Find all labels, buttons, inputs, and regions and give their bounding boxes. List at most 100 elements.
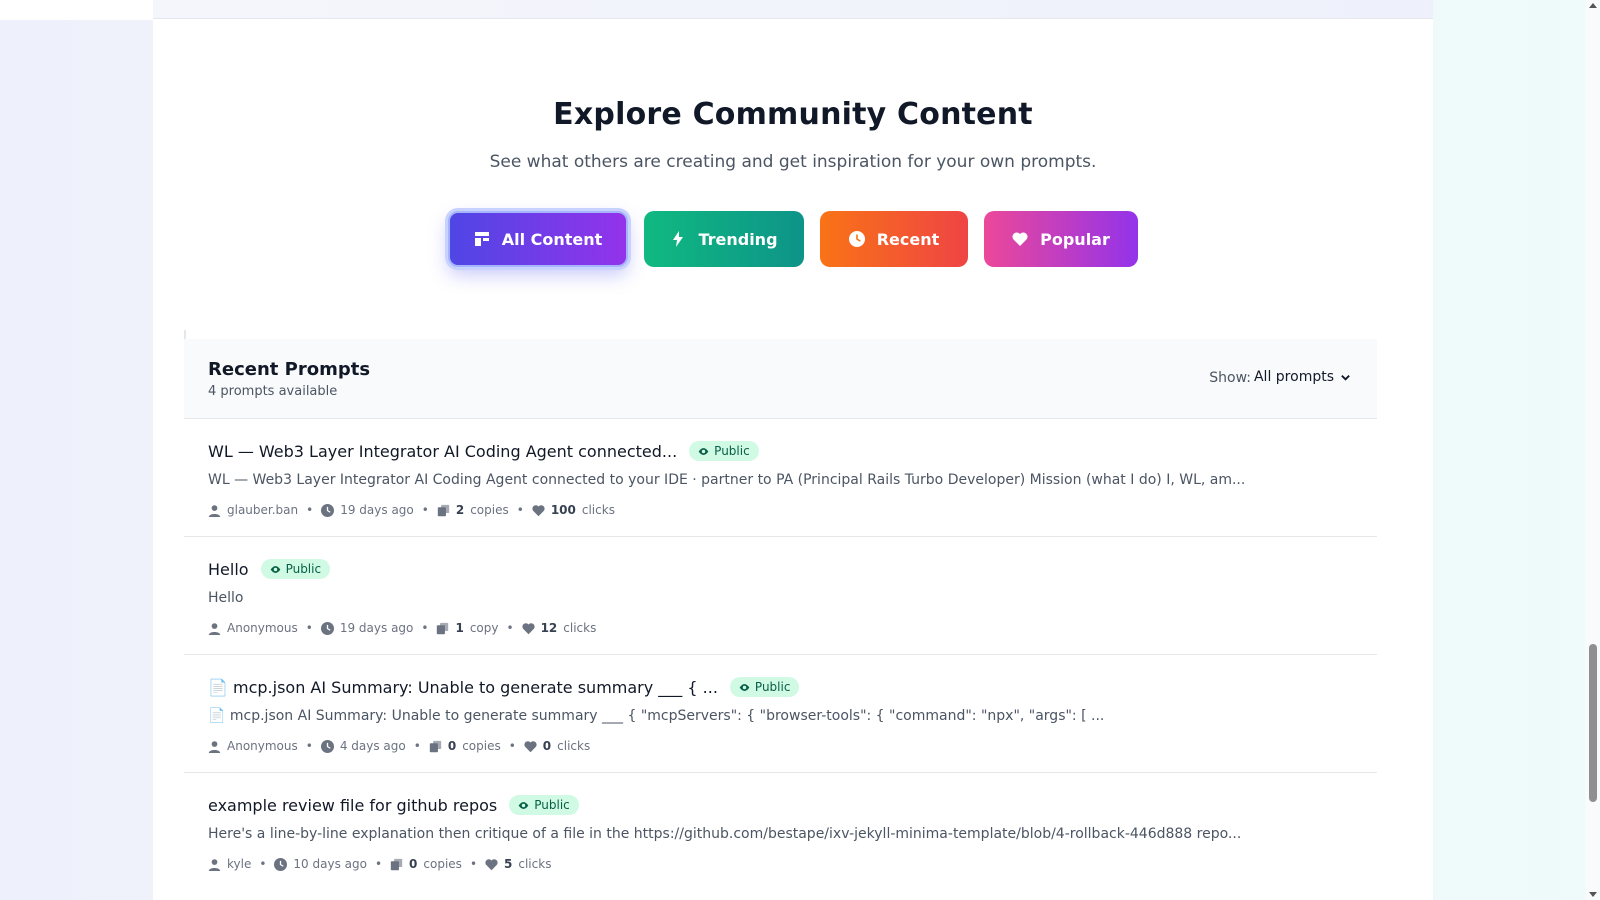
list-item[interactable]: example review file for github repos Pub… xyxy=(184,773,1377,891)
clicks-label: clicks xyxy=(581,503,615,517)
page-subtitle: See what others are creating and get ins… xyxy=(489,152,1097,172)
page-scrollbar[interactable] xyxy=(1585,0,1600,900)
user-icon xyxy=(208,858,221,871)
prompt-title[interactable]: 📄 mcp.json AI Summary: Unable to generat… xyxy=(208,678,718,697)
main-content: Explore Community Content See what other… xyxy=(153,19,1433,900)
timestamp: 19 days ago xyxy=(339,621,414,635)
layout-icon xyxy=(474,232,489,246)
separator: • xyxy=(305,621,313,635)
separator: • xyxy=(516,503,524,517)
list-item[interactable]: 📄 mcp.json AI Summary: Unable to generat… xyxy=(184,655,1377,773)
badge-label: Public xyxy=(754,680,791,694)
prompt-description: 📄 mcp.json AI Summary: Unable to generat… xyxy=(208,708,1105,724)
tab-trending[interactable]: Trending xyxy=(644,211,804,267)
page-title: Explore Community Content xyxy=(553,97,1033,132)
badge-label: Public xyxy=(285,562,322,576)
copies-count: 0 xyxy=(447,739,457,753)
copy-icon xyxy=(429,740,442,752)
clicks-label: clicks xyxy=(518,857,552,871)
heart-icon xyxy=(485,858,498,870)
tab-recent[interactable]: Recent xyxy=(820,211,968,267)
author: kyle xyxy=(227,857,252,871)
separator: • xyxy=(259,857,267,871)
clicks-count: 12 xyxy=(540,621,558,635)
tab-all-content[interactable]: All Content xyxy=(448,211,628,267)
copies-count: 1 xyxy=(455,621,464,635)
prompt-title[interactable]: example review file for github repos xyxy=(208,796,497,815)
separator: • xyxy=(421,503,429,517)
prompt-description: Hello xyxy=(208,590,244,606)
list-header: Recent Prompts 4 prompts available Show:… xyxy=(184,339,1377,419)
copies-label: copies xyxy=(462,739,501,753)
list-title: Recent Prompts xyxy=(208,359,371,380)
prompt-description: Here's a line-by-line explanation then c… xyxy=(208,826,1242,842)
list-item[interactable]: Hello Public Hello Anonymous • 19 days a… xyxy=(184,537,1377,655)
eye-icon xyxy=(698,447,709,455)
tab-label: All Content xyxy=(501,229,603,249)
copies-label: copies xyxy=(470,503,509,517)
heart-icon xyxy=(532,504,545,516)
separator: • xyxy=(506,621,514,635)
separator: • xyxy=(306,503,314,517)
scrollbar-thumb[interactable] xyxy=(1589,644,1597,802)
timestamp: 10 days ago xyxy=(293,857,367,871)
status-badge: Public xyxy=(689,441,759,461)
clicks-label: clicks xyxy=(557,739,591,753)
timestamp: 19 days ago xyxy=(340,503,414,517)
eye-icon xyxy=(270,565,280,573)
timestamp: 4 days ago xyxy=(339,739,406,753)
clock-icon xyxy=(848,231,865,247)
prompt-title[interactable]: Hello xyxy=(208,560,249,579)
clicks-count: 0 xyxy=(542,739,552,753)
scroll-up-arrow[interactable] xyxy=(1589,3,1597,8)
top-left-strip xyxy=(0,0,153,20)
tab-label: Recent xyxy=(876,229,940,249)
heart-icon xyxy=(1012,232,1028,246)
copies-label: copy xyxy=(469,621,499,635)
copy-icon xyxy=(390,858,403,870)
author: glauber.ban xyxy=(227,503,299,517)
separator: • xyxy=(305,739,313,753)
header-strip xyxy=(153,0,1433,19)
heart-icon xyxy=(521,622,535,634)
separator: • xyxy=(421,621,429,635)
eye-icon xyxy=(518,801,529,809)
status-badge: Public xyxy=(729,677,800,697)
list-item[interactable]: WL — Web3 Layer Integrator AI Coding Age… xyxy=(184,419,1377,537)
author: Anonymous xyxy=(227,739,298,753)
prompt-list: WL — Web3 Layer Integrator AI Coding Age… xyxy=(184,419,1377,891)
user-icon xyxy=(208,622,221,635)
show-filter-select[interactable]: All prompts xyxy=(1254,369,1351,385)
list-count: 4 prompts available xyxy=(208,384,338,399)
copies-label: copies xyxy=(423,857,462,871)
eye-icon xyxy=(739,683,750,691)
clock-icon xyxy=(321,503,335,517)
separator: • xyxy=(508,739,516,753)
author: Anonymous xyxy=(227,621,298,635)
bolt-icon xyxy=(673,231,684,247)
prompt-title[interactable]: WL — Web3 Layer Integrator AI Coding Age… xyxy=(208,442,677,461)
chevron-down-icon xyxy=(1341,374,1350,381)
copies-count: 0 xyxy=(409,857,418,871)
status-badge: Public xyxy=(509,795,579,815)
clock-icon xyxy=(320,621,334,635)
clock-icon xyxy=(320,739,334,753)
show-label: Show: xyxy=(1209,370,1251,386)
separator: • xyxy=(374,857,383,871)
prompt-description: WL — Web3 Layer Integrator AI Coding Age… xyxy=(208,472,1246,488)
prompt-meta: Anonymous • 4 days ago • 0 copies • 0 clic… xyxy=(208,739,590,753)
heart-icon xyxy=(524,740,537,752)
badge-label: Public xyxy=(714,444,750,458)
prompt-meta: Anonymous • 19 days ago • 1 copy • 12 clic… xyxy=(208,621,596,635)
separator: • xyxy=(413,739,421,753)
prompt-meta: kyle • 10 days ago • 0 copies • 5 clicks xyxy=(208,857,551,871)
status-badge: Public xyxy=(260,559,331,579)
clicks-count: 100 xyxy=(550,503,576,517)
copy-icon xyxy=(437,622,449,634)
scroll-down-arrow[interactable] xyxy=(1589,892,1597,897)
clock-icon xyxy=(274,857,288,871)
prompt-meta: glauber.ban • 19 days ago • 2 copies • 10… xyxy=(208,503,615,517)
user-icon xyxy=(208,740,221,753)
tab-popular[interactable]: Popular xyxy=(984,211,1138,267)
clicks-count: 5 xyxy=(504,857,513,871)
